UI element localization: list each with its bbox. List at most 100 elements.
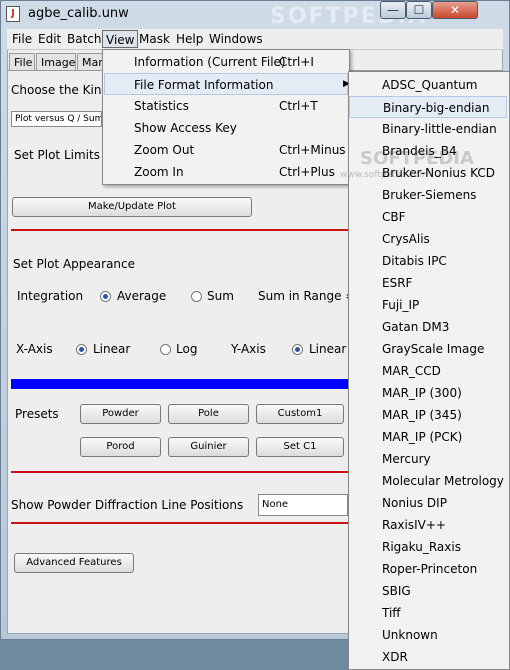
submenu-item[interactable]: Molecular Metrology — [349, 470, 507, 492]
window-title: agbe_calib.unw — [28, 6, 129, 21]
menu-item-file-format-information[interactable]: File Format Information — [104, 73, 348, 95]
menu-item-statistics[interactable]: Statistics Ctrl+T — [104, 95, 348, 117]
submenu-item-label: MAR_CCD — [382, 364, 441, 378]
menu-item-label: Show Access Key — [134, 121, 237, 135]
submenu-item-label: XDR — [382, 650, 408, 664]
menu-item-label: Zoom In — [134, 165, 184, 179]
app-icon: J — [6, 6, 20, 22]
submenu-item[interactable]: Tiff — [349, 602, 507, 624]
menu-item-shortcut: Ctrl+I — [279, 55, 314, 69]
submenu-item[interactable]: Rigaku_Raxis — [349, 536, 507, 558]
submenu-item[interactable]: SBIG — [349, 580, 507, 602]
title-bar[interactable]: J agbe_calib.unw SOFTPEDIA — ☐ ✕ — [0, 0, 510, 29]
sum-label: Sum — [207, 289, 234, 303]
maximize-button[interactable]: ☐ — [406, 1, 432, 19]
set-plot-limits-label: Set Plot Limits — [14, 148, 100, 162]
submenu-item[interactable]: Fuji_IP — [349, 294, 507, 316]
submenu-item[interactable]: Binary-little-endian — [349, 118, 507, 140]
submenu-item[interactable]: Binary-big-endian — [349, 96, 507, 118]
menu-help[interactable]: Help — [173, 30, 206, 48]
submenu-item-label: Unknown — [382, 628, 438, 642]
menu-item-show-access-key[interactable]: Show Access Key — [104, 117, 348, 139]
submenu-item[interactable]: Bruker-Nonius KCD — [349, 162, 507, 184]
submenu-item[interactable]: Mercury — [349, 448, 507, 470]
submenu-item-label: MAR_IP (PCK) — [382, 430, 463, 444]
average-radio[interactable] — [100, 291, 111, 302]
guinier-button[interactable]: Guinier — [168, 437, 249, 457]
choose-kind-label: Choose the Kind — [11, 83, 102, 97]
submenu-item[interactable]: MAR_CCD — [349, 360, 507, 382]
blue-separator — [11, 379, 348, 389]
submenu-item-label: Molecular Metrology — [382, 474, 504, 488]
tab-image[interactable]: Image — [36, 53, 76, 71]
menu-batch[interactable]: Batch — [64, 30, 105, 48]
menu-mask[interactable]: Mask — [136, 30, 173, 48]
submenu-item-label: Bruker-Siemens — [382, 188, 477, 202]
menu-edit[interactable]: Edit — [35, 30, 64, 48]
menu-view[interactable]: View — [102, 30, 139, 48]
pole-button[interactable]: Pole — [168, 404, 249, 424]
advanced-features-button[interactable]: Advanced Features — [14, 553, 134, 573]
x-axis-label: X-Axis — [16, 342, 53, 356]
submenu-item[interactable]: Brandeis_B4 — [349, 140, 507, 162]
powder-lines-combo[interactable]: None — [258, 494, 348, 516]
submenu-item-label: Nonius DIP — [382, 496, 447, 510]
close-button[interactable]: ✕ — [432, 1, 478, 19]
x-log-radio[interactable] — [160, 344, 171, 355]
submenu-item[interactable]: Bruker-Siemens — [349, 184, 507, 206]
submenu-item[interactable]: XDR — [349, 646, 507, 668]
submenu-item[interactable]: MAR_IP (345) — [349, 404, 507, 426]
submenu-item[interactable]: RaxisIV++ — [349, 514, 507, 536]
menu-windows[interactable]: Windows — [206, 30, 266, 48]
y-linear-radio[interactable] — [292, 344, 303, 355]
sum-radio[interactable] — [191, 291, 202, 302]
menu-item-zoom-in[interactable]: Zoom In Ctrl+Plus — [104, 161, 348, 183]
porod-button[interactable]: Porod — [80, 437, 161, 457]
submenu-item-label: Rigaku_Raxis — [382, 540, 461, 554]
submenu-item-label: CBF — [382, 210, 406, 224]
custom1-button[interactable]: Custom1 — [256, 404, 344, 424]
submenu-item[interactable]: CBF — [349, 206, 507, 228]
minimize-button[interactable]: — — [380, 1, 406, 19]
powder-button[interactable]: Powder — [80, 404, 161, 424]
menu-item-shortcut: Ctrl+T — [279, 99, 318, 113]
submenu-item-label: Ditabis IPC — [382, 254, 447, 268]
menu-item-shortcut: Ctrl+Minus — [279, 143, 346, 157]
submenu-item[interactable]: MAR_IP (PCK) — [349, 426, 507, 448]
submenu-item[interactable]: Gatan DM3 — [349, 316, 507, 338]
submenu-item-label: Binary-little-endian — [382, 122, 497, 136]
submenu-item-label: Bruker-Nonius KCD — [382, 166, 495, 180]
submenu-item[interactable]: MAR_IP (300) — [349, 382, 507, 404]
tab-file[interactable]: File — [9, 53, 35, 71]
menu-item-label: File Format Information — [134, 78, 274, 92]
divider-red-2 — [11, 471, 348, 473]
menu-file[interactable]: File — [9, 30, 35, 48]
submenu-item[interactable]: ADSC_Quantum — [349, 74, 507, 96]
show-powder-label: Show Powder Diffraction Line Positions — [11, 498, 244, 512]
submenu-item[interactable]: Roper-Princeton — [349, 558, 507, 580]
menu-item-label: Statistics — [134, 99, 189, 113]
set-c1-button[interactable]: Set C1 — [256, 437, 344, 457]
sum-in-range-label: Sum in Range = — [258, 289, 348, 303]
x-log-label: Log — [176, 342, 198, 356]
x-linear-radio[interactable] — [76, 344, 87, 355]
submenu-item-label: Mercury — [382, 452, 431, 466]
submenu-item[interactable]: GrayScale Image — [349, 338, 507, 360]
y-linear-label: Linear — [309, 342, 347, 356]
submenu-item[interactable]: ESRF — [349, 272, 507, 294]
integration-label: Integration — [17, 289, 84, 303]
submenu-item[interactable]: Ditabis IPC — [349, 250, 507, 272]
set-plot-appearance-label: Set Plot Appearance — [13, 257, 136, 271]
menu-item-label: Zoom Out — [134, 143, 195, 157]
submenu-item[interactable]: Unknown — [349, 624, 507, 646]
make-update-plot-button[interactable]: Make/Update Plot — [12, 197, 252, 217]
submenu-item-label: Tiff — [382, 606, 401, 620]
menu-item-information[interactable]: Information (Current File) Ctrl+I — [104, 51, 348, 73]
submenu-item[interactable]: CrysAlis — [349, 228, 507, 250]
menu-item-zoom-out[interactable]: Zoom Out Ctrl+Minus — [104, 139, 348, 161]
tab-manage[interactable]: Man — [77, 53, 105, 71]
plot-type-combo[interactable]: Plot versus Q / Sum — [11, 111, 102, 127]
menu-item-label: Information (Current File) — [134, 55, 286, 69]
submenu-item-label: ADSC_Quantum — [382, 78, 478, 92]
submenu-item[interactable]: Nonius DIP — [349, 492, 507, 514]
